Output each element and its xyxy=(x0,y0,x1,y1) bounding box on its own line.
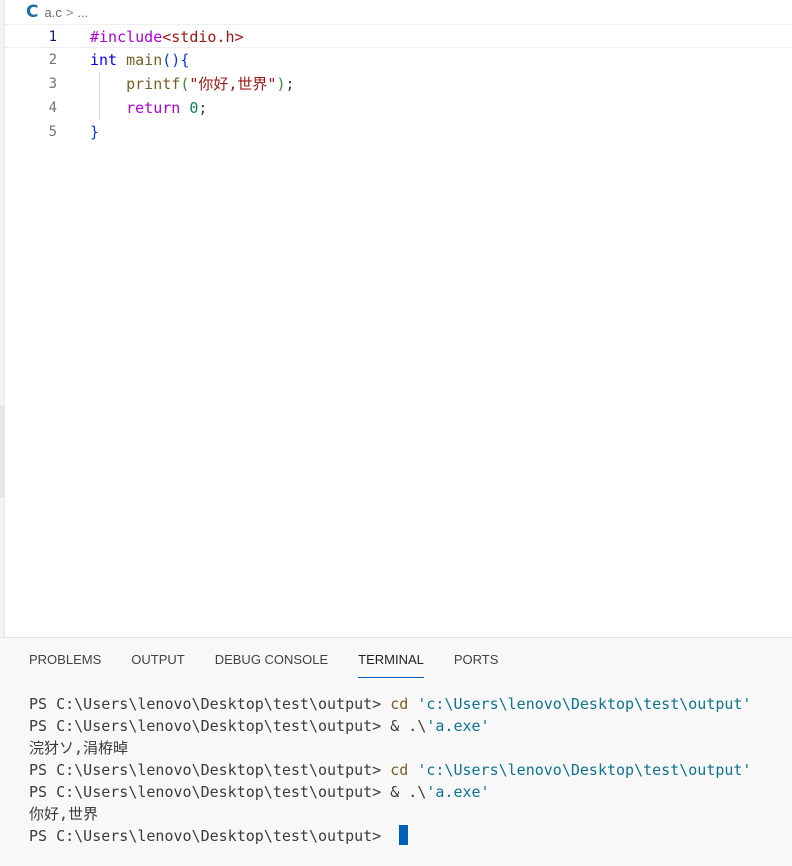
terminal-string: 'a.exe' xyxy=(426,717,490,735)
panel-tabs: PROBLEMS OUTPUT DEBUG CONSOLE TERMINAL P… xyxy=(29,650,528,678)
terminal-string: 'c:\Users\lenovo\Desktop\test\output' xyxy=(417,695,752,713)
terminal-line: PS C:\Users\lenovo\Desktop\test\output> … xyxy=(29,781,792,803)
code-token: #include xyxy=(90,28,163,46)
terminal-arg: & .\ xyxy=(390,783,427,801)
terminal-output: 浣犲ソ,涓栫晫 xyxy=(29,739,129,757)
code-text: } xyxy=(90,120,99,144)
code-line[interactable]: 3 printf("你好,世界"); xyxy=(5,72,792,96)
line-number: 5 xyxy=(48,124,57,140)
line-number: 1 xyxy=(48,29,57,45)
terminal-prompt: PS C:\Users\lenovo\Desktop\test\output> xyxy=(29,717,391,735)
terminal-string: 'a.exe' xyxy=(426,783,490,801)
code-line[interactable]: 2 int main(){ xyxy=(5,48,792,72)
terminal-prompt: PS C:\Users\lenovo\Desktop\test\output> xyxy=(29,761,391,779)
terminal-line: 浣犲ソ,涓栫晫 xyxy=(29,737,792,759)
code-token: printf xyxy=(126,75,181,93)
breadcrumb: C a.c > ... xyxy=(26,0,88,24)
code-line[interactable]: 4 return 0; xyxy=(5,96,792,120)
line-number: 3 xyxy=(48,76,57,92)
code-token: return xyxy=(126,99,181,117)
terminal-line: PS C:\Users\lenovo\Desktop\test\output> xyxy=(29,825,792,847)
terminal-command: cd xyxy=(390,695,409,713)
code-token: int xyxy=(90,51,118,69)
tab-problems[interactable]: PROBLEMS xyxy=(29,650,101,678)
breadcrumb-file[interactable]: a.c xyxy=(44,5,61,20)
code-token: } xyxy=(90,123,100,141)
line-number: 2 xyxy=(48,52,57,68)
tab-terminal[interactable]: TERMINAL xyxy=(358,650,424,678)
code-token: main xyxy=(126,51,163,69)
tab-debug-console[interactable]: DEBUG CONSOLE xyxy=(215,650,328,678)
code-line[interactable]: 1 #include<stdio.h> xyxy=(5,24,792,48)
code-text: return 0; xyxy=(90,96,207,120)
terminal-command: cd xyxy=(390,761,409,779)
terminal[interactable]: PS C:\Users\lenovo\Desktop\test\output> … xyxy=(29,693,792,847)
terminal-arg: & .\ xyxy=(390,717,427,735)
terminal-line: PS C:\Users\lenovo\Desktop\test\output> … xyxy=(29,759,792,781)
terminal-arg xyxy=(408,695,417,713)
code-text: int main(){ xyxy=(90,48,189,72)
tab-ports[interactable]: PORTS xyxy=(454,650,499,678)
code-token: "你好,世界" xyxy=(189,75,277,93)
code-text: printf("你好,世界"); xyxy=(90,72,295,96)
terminal-string: 'c:\Users\lenovo\Desktop\test\output' xyxy=(417,761,752,779)
terminal-prompt: PS C:\Users\lenovo\Desktop\test\output> xyxy=(29,827,391,845)
code-token: ; xyxy=(198,99,208,117)
terminal-output: 你好,世界 xyxy=(29,805,99,823)
terminal-line: 你好,世界 xyxy=(29,803,792,825)
code-token: { xyxy=(180,51,190,69)
code-token: <stdio.h> xyxy=(162,28,244,46)
terminal-arg xyxy=(408,761,417,779)
breadcrumb-more[interactable]: ... xyxy=(77,5,88,20)
terminal-line: PS C:\Users\lenovo\Desktop\test\output> … xyxy=(29,693,792,715)
terminal-prompt: PS C:\Users\lenovo\Desktop\test\output> xyxy=(29,783,391,801)
c-file-icon: C xyxy=(26,1,39,22)
code-text: #include<stdio.h> xyxy=(90,25,244,49)
code-token: ; xyxy=(285,75,295,93)
tab-output[interactable]: OUTPUT xyxy=(131,650,184,678)
code-token: () xyxy=(162,51,181,69)
code-line[interactable]: 5} xyxy=(5,120,792,144)
code-token: ( xyxy=(180,75,190,93)
scroll-marker xyxy=(0,405,4,497)
terminal-cursor xyxy=(399,825,409,845)
chevron-right-icon: > xyxy=(65,4,74,20)
terminal-prompt: PS C:\Users\lenovo\Desktop\test\output> xyxy=(29,695,391,713)
line-number: 4 xyxy=(48,100,57,116)
bottom-panel: PROBLEMS OUTPUT DEBUG CONSOLE TERMINAL P… xyxy=(0,637,792,866)
code-editor[interactable]: 1 #include<stdio.h> 2 int main(){3 printf("… xyxy=(5,24,792,637)
terminal-line: PS C:\Users\lenovo\Desktop\test\output> … xyxy=(29,715,792,737)
